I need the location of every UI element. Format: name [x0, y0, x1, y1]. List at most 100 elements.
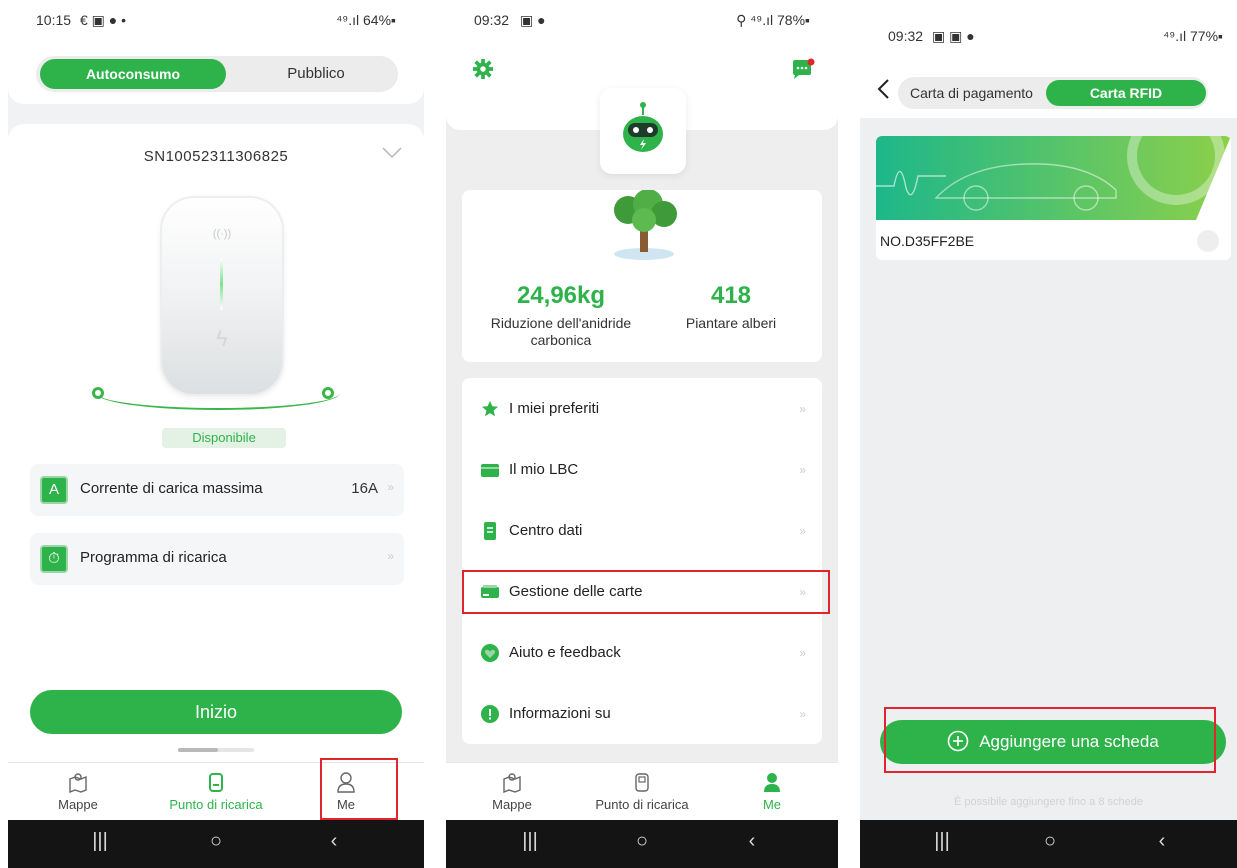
- user-icon: [712, 771, 832, 793]
- segment-carta-rfid[interactable]: Carta RFID: [1046, 80, 1206, 106]
- map-icon: [452, 771, 572, 794]
- status-notification-icons: ▣ ▣ ●: [932, 28, 975, 44]
- android-nav-bar: ||| ○ ‹: [860, 820, 1237, 868]
- recents-icon[interactable]: |||: [922, 830, 962, 853]
- bolt-icon: ϟ: [216, 326, 228, 351]
- android-nav-bar: ||| ○ ‹: [446, 820, 838, 868]
- back-icon[interactable]: ‹: [1142, 830, 1182, 853]
- tab-label: Me: [762, 797, 782, 812]
- highlight-gestione-carte: [462, 570, 830, 614]
- wallet-icon: [481, 464, 499, 477]
- tab-punto-di-ricarica[interactable]: Punto di ricarica: [582, 771, 702, 812]
- segment-carta-di-pagamento[interactable]: Carta di pagamento: [910, 77, 1033, 109]
- charger-icon: [156, 771, 276, 793]
- status-badge: Disponibile: [162, 428, 286, 448]
- menu-item-lbc[interactable]: Il mio LBC »: [462, 439, 822, 500]
- ring-dot-left: [92, 387, 104, 399]
- chevron-down-icon[interactable]: [382, 146, 402, 164]
- clock-icon: ⏱: [40, 545, 68, 573]
- tree-icon: [598, 189, 690, 267]
- status-battery: ⁴⁹.ıl 77%▪: [1163, 28, 1223, 44]
- screen-charger: 10:15 € ▣ ● • ⁴⁹.ıl 64%▪ Autoconsumo Pub…: [8, 0, 424, 868]
- charger-illustration: ((·)) ϟ: [160, 196, 284, 396]
- status-time: 10:15: [36, 12, 72, 28]
- tab-mappe[interactable]: Mappe: [452, 771, 572, 812]
- heart-icon: [481, 644, 499, 662]
- screen-card-management: 09:32 ▣ ▣ ● ⁴⁹.ıl 77%▪ Carta di pagament…: [860, 0, 1237, 868]
- tab-punto-di-ricarica[interactable]: Punto di ricarica: [156, 771, 276, 812]
- home-icon[interactable]: ○: [622, 830, 662, 853]
- charge-schedule-row[interactable]: ⏱ Programma di ricarica »: [30, 533, 404, 585]
- home-icon[interactable]: ○: [1030, 830, 1070, 853]
- back-icon[interactable]: [876, 78, 890, 107]
- scroll-handle: [178, 748, 254, 752]
- gear-icon[interactable]: [472, 58, 494, 85]
- mode-segmented-control: Autoconsumo Pubblico: [36, 56, 398, 92]
- menu-item-centro-dati[interactable]: Centro dati »: [462, 500, 822, 561]
- menu-item-label: I miei preferiti: [509, 400, 600, 417]
- map-icon: [18, 771, 138, 794]
- bottom-tab-bar: Mappe Punto di ricarica Me: [446, 762, 838, 822]
- charge-schedule-label: Programma di ricarica: [80, 549, 227, 566]
- card-banner-image: [876, 136, 1231, 220]
- double-chevron-right-icon: »: [799, 524, 806, 538]
- double-chevron-right-icon: »: [799, 707, 806, 721]
- star-icon: [481, 400, 499, 417]
- status-bar: 10:15 € ▣ ● • ⁴⁹.ıl 64%▪: [8, 0, 424, 40]
- recents-icon[interactable]: |||: [510, 830, 550, 853]
- max-current-row[interactable]: A Corrente di carica massima 16A »: [30, 464, 404, 516]
- avatar[interactable]: [600, 88, 686, 174]
- screen-me: 09:32 ▣ ● ⚲ ⁴⁹.ıl 78%▪ 24,96kg Riduzione…: [446, 0, 838, 868]
- status-battery: ⁴⁹.ıl 64%▪: [336, 12, 396, 28]
- add-card-limit-note: È possibile aggiungere fino a 8 schede: [954, 796, 1143, 808]
- co2-label: Riduzione dell'anidride carbonica: [490, 315, 632, 348]
- double-chevron-right-icon: »: [799, 402, 806, 416]
- info-icon: [481, 705, 499, 723]
- max-current-value: 16A: [351, 480, 378, 497]
- status-notification-icons: € ▣ ● •: [80, 12, 127, 28]
- recents-icon[interactable]: |||: [80, 830, 120, 853]
- rfid-card[interactable]: NO.D35FF2BE: [876, 136, 1231, 260]
- status-bar: 09:32 ▣ ▣ ● ⁴⁹.ıl 77%▪: [860, 16, 1237, 56]
- home-icon[interactable]: ○: [196, 830, 236, 853]
- menu-item-informazioni[interactable]: Informazioni su »: [462, 683, 822, 744]
- menu-item-label: Aiuto e feedback: [509, 644, 621, 661]
- charger-base-ring: [96, 376, 340, 410]
- tab-label: Mappe: [492, 797, 532, 812]
- current-a-icon: A: [40, 476, 68, 504]
- highlight-me-tab: [320, 758, 398, 820]
- double-chevron-right-icon: »: [799, 463, 806, 477]
- double-chevron-right-icon: »: [387, 480, 394, 494]
- charger-led: [220, 258, 223, 310]
- trees-value: 418: [710, 282, 752, 309]
- robot-icon: [623, 102, 663, 152]
- segment-autoconsumo[interactable]: Autoconsumo: [40, 59, 226, 89]
- android-nav-bar: ||| ○ ‹: [8, 820, 424, 868]
- start-button[interactable]: Inizio: [30, 690, 402, 734]
- tab-me[interactable]: Me: [712, 771, 832, 812]
- highlight-add-card: [884, 707, 1216, 773]
- charger-icon: [582, 771, 702, 793]
- menu-item-preferiti[interactable]: I miei preferiti »: [462, 378, 822, 439]
- menu-item-aiuto[interactable]: Aiuto e feedback »: [462, 622, 822, 683]
- status-time: 09:32: [888, 28, 924, 44]
- tab-label: Punto di ricarica: [169, 797, 263, 812]
- segment-pubblico[interactable]: Pubblico: [236, 59, 396, 89]
- chat-icon[interactable]: [790, 58, 816, 87]
- tab-mappe[interactable]: Mappe: [18, 771, 138, 812]
- rfid-icon: ((·)): [212, 228, 232, 240]
- trees-label: Piantare alberi: [685, 315, 777, 331]
- tab-label: Mappe: [58, 797, 98, 812]
- status-battery: ⚲ ⁴⁹.ıl 78%▪: [736, 12, 810, 28]
- back-icon[interactable]: ‹: [314, 830, 354, 853]
- card-type-segmented-control: Carta di pagamento Carta RFID: [898, 77, 1208, 109]
- serial-number: SN10052311306825: [143, 148, 289, 165]
- status-bar: 09:32 ▣ ● ⚲ ⁴⁹.ıl 78%▪: [446, 0, 838, 40]
- double-chevron-right-icon: »: [387, 549, 394, 563]
- back-icon[interactable]: ‹: [732, 830, 772, 853]
- status-time: 09:32: [474, 12, 510, 28]
- status-notification-icons: ▣ ●: [520, 12, 546, 28]
- card-select-radio[interactable]: [1197, 230, 1219, 252]
- document-icon: [484, 522, 496, 540]
- tab-label: Punto di ricarica: [595, 797, 689, 812]
